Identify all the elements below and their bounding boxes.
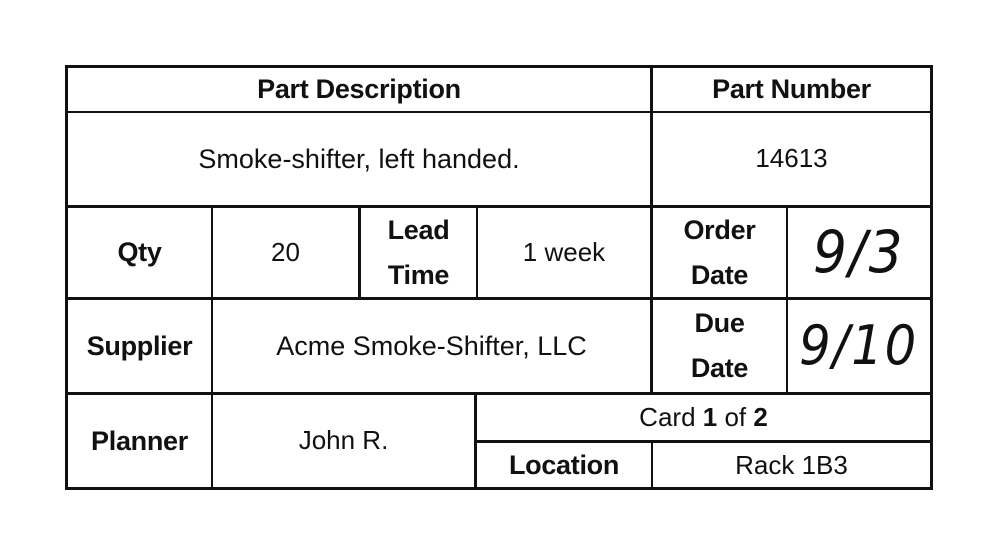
due-date-value: 9/10 xyxy=(799,313,919,377)
supplier-value: Acme Smoke-Shifter, LLC xyxy=(276,330,587,361)
card-count: Card 1 of 2 xyxy=(477,395,930,440)
card-count-prefix: Card xyxy=(639,401,703,432)
card-count-total: 2 xyxy=(753,401,768,432)
qty-label: Qty xyxy=(117,237,162,268)
order-date-label-line1: Order xyxy=(683,214,756,245)
card-count-current: 1 xyxy=(702,401,718,432)
location-value: Rack 1B3 xyxy=(735,449,848,480)
card-count-middle: of xyxy=(717,401,754,432)
supplier-label: Supplier xyxy=(86,330,193,361)
due-date-label: Due Date xyxy=(653,300,786,392)
order-date-label: Order Date xyxy=(653,208,786,297)
planner-label: Planner xyxy=(91,425,188,456)
location-label: Location xyxy=(508,450,620,481)
part-number-label: Part Number xyxy=(712,74,871,105)
due-date-label-line1: Due xyxy=(694,308,745,338)
planner-value: John R. xyxy=(298,425,389,456)
lead-time-value: 1 week xyxy=(522,236,606,267)
part-number-value: 14613 xyxy=(755,143,828,174)
order-date-label-line2: Date xyxy=(690,259,749,290)
lead-time-label-line1: Lead xyxy=(387,214,450,245)
part-description-value: Smoke-shifter, left handed. xyxy=(198,143,520,174)
qty-value: 20 xyxy=(271,236,300,267)
part-description-label: Part Description xyxy=(257,74,461,105)
lead-time-label-line2: Time xyxy=(387,259,450,290)
due-date-label-line2: Date xyxy=(690,353,749,383)
order-date-value: 9/3 xyxy=(813,217,905,286)
lead-time-label: Lead Time xyxy=(361,208,476,297)
order-date-value-cell: 9/3 xyxy=(788,208,930,297)
due-date-value-cell: 9/10 xyxy=(788,300,930,392)
